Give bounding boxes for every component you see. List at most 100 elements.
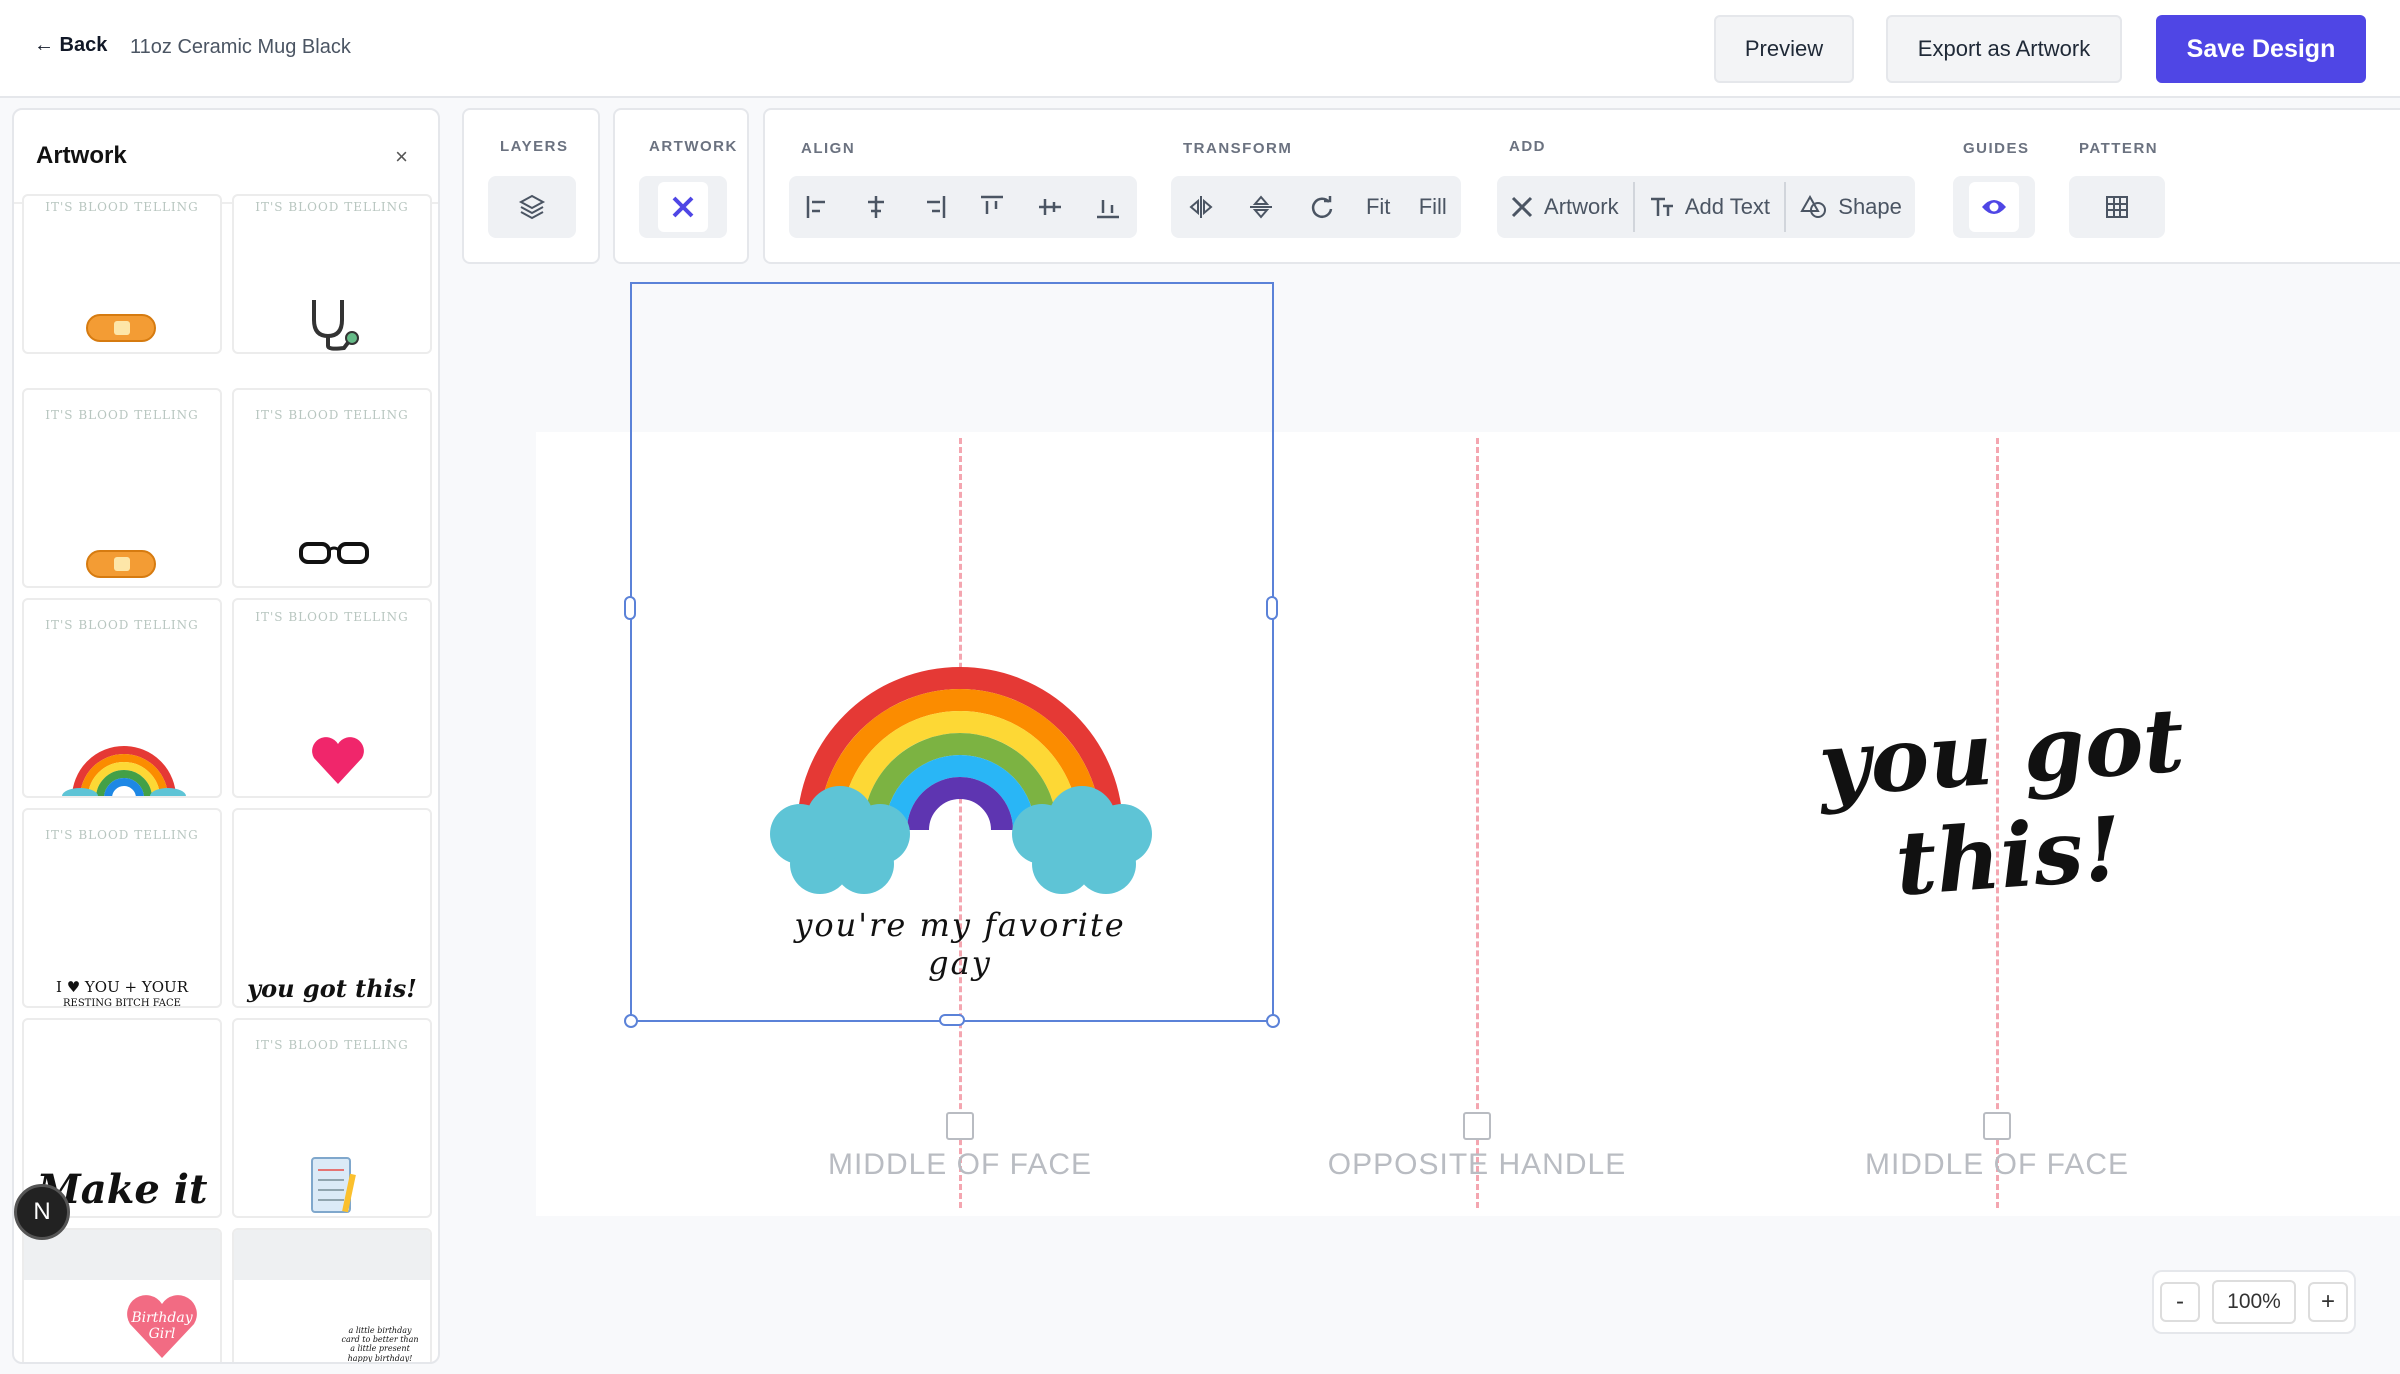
tools-icon	[1511, 196, 1533, 218]
layers-icon	[518, 194, 546, 220]
tile-caption: IT'S BLOOD TELLING	[255, 610, 409, 624]
guide-line	[1476, 438, 1479, 1208]
guides-toggle[interactable]	[1953, 176, 2035, 238]
add-shape-button[interactable]: Shape	[1788, 179, 1914, 235]
artwork-tile-bandage-2[interactable]: IT'S BLOOD TELLING	[22, 388, 222, 588]
notebook-icon	[311, 1157, 356, 1213]
panel-title: Artwork	[36, 142, 127, 169]
fill-button[interactable]: Fill	[1407, 179, 1459, 235]
add-label: ADD	[1509, 138, 1546, 155]
grid-icon	[2106, 196, 2128, 218]
you-got-this-artwork[interactable]: you got this!	[1773, 685, 2236, 924]
label-middle-of-face-2: MIDDLE OF FACE	[1864, 1148, 2130, 1181]
add-tools: Artwork Add Text Shape	[1497, 176, 1915, 238]
transform-label: TRANSFORM	[1183, 140, 1293, 157]
resize-handle[interactable]	[939, 1014, 965, 1026]
layers-button[interactable]	[488, 176, 576, 238]
zoom-out-button[interactable]: -	[2160, 1282, 2200, 1322]
align-bottom-icon[interactable]	[1080, 179, 1136, 235]
back-button[interactable]: ← Back	[34, 34, 107, 57]
pattern-button[interactable]	[2069, 176, 2165, 238]
close-icon[interactable]: ×	[395, 144, 408, 170]
glasses-icon	[299, 542, 369, 564]
align-right-icon[interactable]	[906, 179, 962, 235]
artwork-tile-notebook[interactable]: IT'S BLOOD TELLING	[232, 1018, 432, 1218]
tile-text: a little birthday card to better than a …	[341, 1326, 419, 1353]
artwork-panel: Artwork × IT'S BLOOD TELLING IT'S BLOOD …	[12, 108, 440, 1364]
artwork-tile-birthday-card[interactable]: a little birthday card to better than a …	[232, 1228, 432, 1363]
pattern-label: PATTERN	[2079, 140, 2159, 157]
flip-horizontal-icon[interactable]	[1173, 179, 1229, 235]
tile-text: you got this!	[247, 974, 417, 1003]
align-label: ALIGN	[801, 140, 856, 157]
tile-caption: IT'S BLOOD TELLING	[255, 408, 409, 422]
label-opposite-handle: OPPOSITE HANDLE	[1327, 1148, 1627, 1181]
artwork-tile-glasses[interactable]: IT'S BLOOD TELLING	[232, 388, 432, 588]
artwork-button[interactable]	[639, 176, 727, 238]
add-shape-label: Shape	[1838, 194, 1902, 219]
artwork-tile-you-got-this[interactable]: you got this!	[232, 808, 432, 1008]
fit-button[interactable]: Fit	[1354, 179, 1402, 235]
align-center-v-icon[interactable]	[1022, 179, 1078, 235]
guides-active	[1969, 182, 2019, 232]
resize-handle[interactable]	[1266, 596, 1278, 620]
resize-handle[interactable]	[624, 1014, 638, 1028]
rotate-icon[interactable]	[1294, 179, 1350, 235]
artwork-active	[658, 182, 708, 232]
layers-label: LAYERS	[500, 138, 569, 155]
heart-icon	[312, 737, 364, 784]
preview-button[interactable]: Preview	[1714, 15, 1854, 83]
bandage-icon	[86, 550, 156, 578]
transform-tools: Fit Fill	[1171, 176, 1461, 238]
label-middle-of-face: MIDDLE OF FACE	[827, 1148, 1093, 1181]
tile-caption: IT'S BLOOD TELLING	[45, 200, 199, 214]
artwork-tile-rainbow[interactable]: IT'S BLOOD TELLING	[22, 598, 222, 798]
zoom-control: - 100% +	[2152, 1270, 2356, 1334]
tile-caption: IT'S BLOOD TELLING	[45, 618, 199, 632]
tile-caption: IT'S BLOOD TELLING	[255, 1038, 409, 1052]
shape-icon	[1800, 195, 1827, 218]
mug-icon	[946, 1112, 974, 1140]
mug-icon	[1983, 1112, 2011, 1140]
selection-box[interactable]	[630, 282, 1274, 1022]
mug-icon	[1463, 1112, 1491, 1140]
tile-text: Birthday Girl	[131, 1310, 193, 1342]
top-bar: ← Back 11oz Ceramic Mug Black Preview Ex…	[0, 0, 2400, 98]
bandage-icon	[86, 314, 156, 342]
tile-caption: IT'S BLOOD TELLING	[45, 828, 199, 842]
eye-icon	[1982, 200, 2006, 214]
align-top-icon[interactable]	[964, 179, 1020, 235]
resize-handle[interactable]	[624, 596, 636, 620]
tile-text: I ♥ YOU + YOUR	[56, 978, 188, 996]
artwork-tile-heart[interactable]: IT'S BLOOD TELLING	[232, 598, 432, 798]
divider	[1632, 182, 1635, 232]
artwork-tile-resting-face[interactable]: IT'S BLOOD TELLING I ♥ YOU + YOUR RESTIN…	[22, 808, 222, 1008]
align-left-icon[interactable]	[790, 179, 846, 235]
artwork-tile-birthday-girl[interactable]: Birthday Girl	[22, 1228, 222, 1362]
next-badge[interactable]: N	[14, 1184, 70, 1240]
align-tools	[789, 176, 1137, 238]
product-name: 11oz Ceramic Mug Black	[130, 36, 351, 58]
main-toolbar: ALIGN TRANSFORM Fit Fill ADD Artwork Add…	[763, 108, 2400, 264]
add-text-button[interactable]: Add Text	[1637, 179, 1782, 235]
tile-caption: IT'S BLOOD TELLING	[255, 200, 409, 214]
add-text-label: Add Text	[1684, 194, 1771, 219]
artwork-group: ARTWORK	[613, 108, 749, 264]
align-center-h-icon[interactable]	[848, 179, 904, 235]
flip-vertical-icon[interactable]	[1233, 179, 1289, 235]
layers-group: LAYERS	[462, 108, 600, 264]
rainbow-icon	[62, 746, 186, 796]
tile-text-2: RESTING BITCH FACE	[63, 998, 181, 1008]
artwork-label: ARTWORK	[649, 138, 738, 155]
export-artwork-button[interactable]: Export as Artwork	[1886, 15, 2122, 83]
zoom-in-button[interactable]: +	[2308, 1282, 2348, 1322]
tools-icon	[672, 196, 694, 218]
artwork-tile-stethoscope[interactable]: IT'S BLOOD TELLING	[232, 194, 432, 354]
save-design-button[interactable]: Save Design	[2156, 15, 2366, 83]
tile-caption: IT'S BLOOD TELLING	[45, 408, 199, 422]
resize-handle[interactable]	[1266, 1014, 1280, 1028]
guides-label: GUIDES	[1963, 140, 2030, 157]
artwork-tile-bandage[interactable]: IT'S BLOOD TELLING	[22, 194, 222, 354]
tile-text-2: happy birthday!	[347, 1354, 413, 1363]
add-artwork-button[interactable]: Artwork	[1498, 179, 1631, 235]
